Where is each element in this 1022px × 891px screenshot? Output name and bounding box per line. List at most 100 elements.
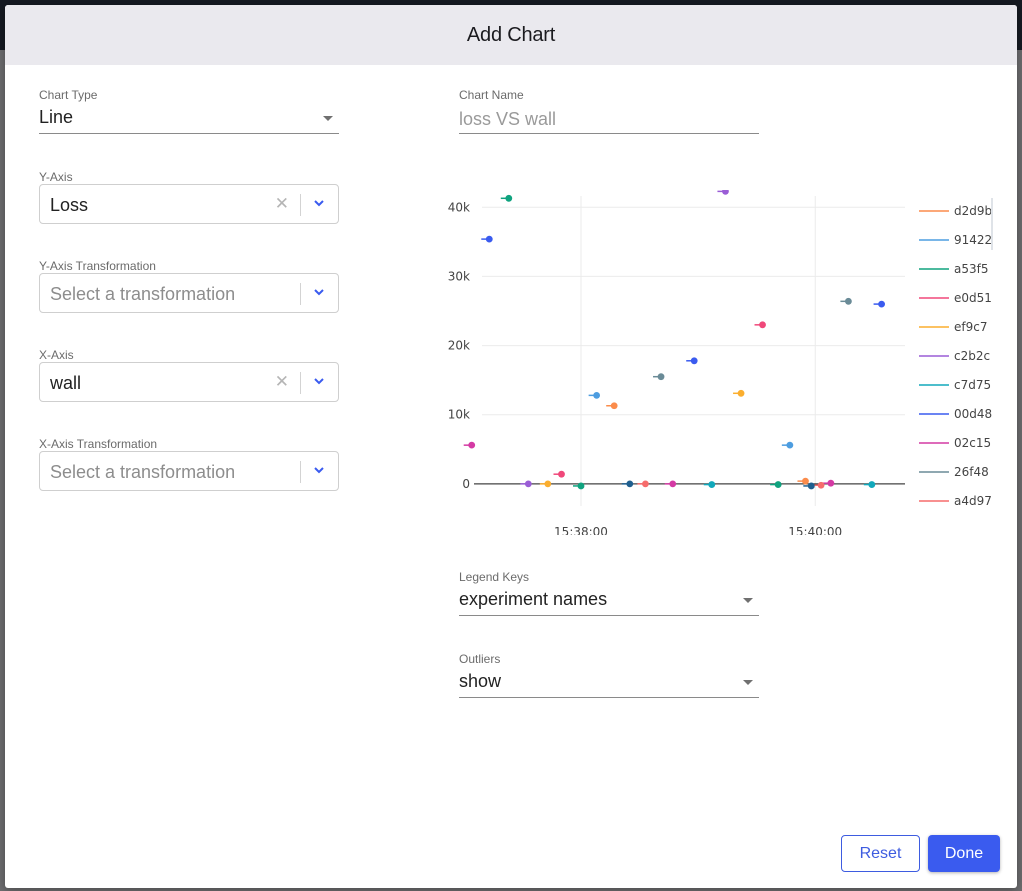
series-ef9c7 [539, 389, 745, 488]
data-point [708, 481, 716, 488]
y-axis-select[interactable]: Loss ✕ [39, 184, 339, 224]
y-tick-label: 40k [448, 200, 470, 214]
chart-svg: 15:38:0015:40:0015:42:00010k20k30k40k d2… [448, 187, 992, 539]
data-point [844, 297, 852, 305]
legend-item[interactable]: d2d9b [919, 204, 992, 218]
y-axis-transformation-select[interactable]: Select a transformation [39, 273, 339, 313]
x-axis-transformation-select[interactable]: Select a transformation [39, 451, 339, 491]
data-point [774, 481, 782, 488]
data-point [690, 357, 698, 365]
chart-name-input[interactable] [459, 106, 759, 132]
reset-button[interactable]: Reset [841, 835, 920, 872]
series-26f48 [653, 297, 852, 381]
data-point [593, 391, 601, 399]
data-point [642, 480, 649, 488]
legend-item[interactable]: 00d48 [919, 407, 992, 421]
y-axis-field: Y-Axis Loss ✕ [39, 170, 339, 230]
series-02c15 [463, 441, 835, 488]
y-tick-label: 10k [448, 408, 470, 422]
y-tick-label: 30k [448, 269, 470, 283]
dialog-title: Add Chart [466, 23, 556, 46]
legend-label: 02c15 [954, 436, 991, 450]
legend-item[interactable]: a53f5 [919, 262, 988, 276]
legend-label: d2d9b [954, 204, 992, 218]
chart-name-field: Chart Name [459, 88, 759, 138]
data-point [524, 480, 532, 488]
legend-item[interactable]: c7d75 [919, 378, 991, 392]
legend-item[interactable]: 02c15 [919, 436, 991, 450]
series-1f5a8 [621, 480, 815, 490]
points-layer [463, 187, 885, 490]
legend-keys-select[interactable]: experiment names [459, 588, 759, 616]
data-point [807, 482, 815, 490]
clear-icon[interactable]: ✕ [275, 194, 289, 214]
chevron-down-icon[interactable] [313, 197, 325, 209]
chart-type-value: Line [39, 107, 74, 127]
data-point [558, 470, 565, 478]
outliers-select[interactable]: show [459, 670, 759, 698]
data-point [626, 480, 634, 488]
x-axis-transformation-placeholder: Select a transformation [50, 462, 236, 482]
legend-item[interactable]: c2b2c [919, 349, 990, 363]
y-tick-label: 20k [448, 339, 470, 353]
x-tick-label: 15:38:00 [554, 525, 608, 535]
outliers-value: show [459, 671, 502, 691]
legend-item[interactable]: ef9c7 [919, 320, 987, 334]
series-c2b2c [520, 187, 729, 488]
legend-scrollbar[interactable] [991, 198, 993, 250]
legend-item[interactable]: a4d97 [919, 494, 992, 508]
data-point [577, 482, 585, 490]
legend-keys-label: Legend Keys [459, 570, 530, 584]
legend-layer: d2d9b 91422 a53f5 e0d51 ef9c7 c2b2c c7d75 00d48… [919, 204, 992, 508]
chart-name-input-wrapper [459, 106, 759, 134]
data-point [657, 373, 665, 381]
legend-label: ef9c7 [954, 320, 987, 334]
divider [300, 372, 301, 394]
legend-item[interactable]: 91422 [919, 233, 992, 247]
legend-label: c7d75 [954, 378, 991, 392]
chevron-down-icon[interactable] [313, 375, 325, 387]
data-point [827, 479, 835, 487]
y-tick-label: 0 [462, 477, 470, 491]
caret-down-icon [323, 116, 333, 121]
data-point [544, 480, 552, 488]
legend-item[interactable]: 26f48 [919, 465, 989, 479]
data-point [759, 321, 766, 329]
legend-keys-field: Legend Keys experiment names [459, 570, 759, 620]
chart-type-field: Chart Type Line [39, 88, 339, 138]
outliers-label: Outliers [459, 652, 501, 666]
x-tick-label: 15:40:00 [788, 525, 842, 535]
legend-item[interactable]: e0d51 [919, 291, 992, 305]
clear-icon[interactable]: ✕ [275, 372, 289, 392]
divider [300, 461, 301, 483]
data-point [485, 235, 493, 243]
caret-down-icon [743, 680, 753, 685]
data-point [737, 389, 745, 397]
legend-label: 00d48 [954, 407, 992, 421]
legend-label: a53f5 [954, 262, 988, 276]
chart-preview: 15:38:0015:40:0015:42:00010k20k30k40k d2… [430, 187, 1010, 539]
chart-type-label: Chart Type [39, 88, 98, 102]
done-button[interactable]: Done [928, 835, 1000, 872]
data-point [802, 477, 809, 485]
data-point [817, 481, 825, 489]
grid-layer [482, 196, 905, 506]
add-chart-dialog: Add Chart Chart Type Line Y-Axis Loss ✕ … [5, 5, 1017, 888]
x-axis-select[interactable]: wall ✕ [39, 362, 339, 402]
legend-label: e0d51 [954, 291, 992, 305]
chevron-down-icon[interactable] [313, 464, 325, 476]
series-a53f5 [500, 194, 782, 490]
series-91422 [588, 391, 794, 449]
data-point [878, 300, 885, 308]
chart-type-select[interactable]: Line [39, 106, 339, 134]
legend-label: 91422 [954, 233, 992, 247]
x-axis-transformation-field: X-Axis Transformation Select a transform… [39, 437, 339, 497]
data-point [505, 194, 513, 202]
divider [300, 194, 301, 216]
data-point [610, 402, 618, 410]
series-00d48 [481, 235, 885, 365]
x-axis-field: X-Axis wall ✕ [39, 348, 339, 408]
y-axis-label: Y-Axis [39, 170, 73, 184]
chevron-down-icon[interactable] [313, 286, 325, 298]
chart-name-label: Chart Name [459, 88, 524, 102]
